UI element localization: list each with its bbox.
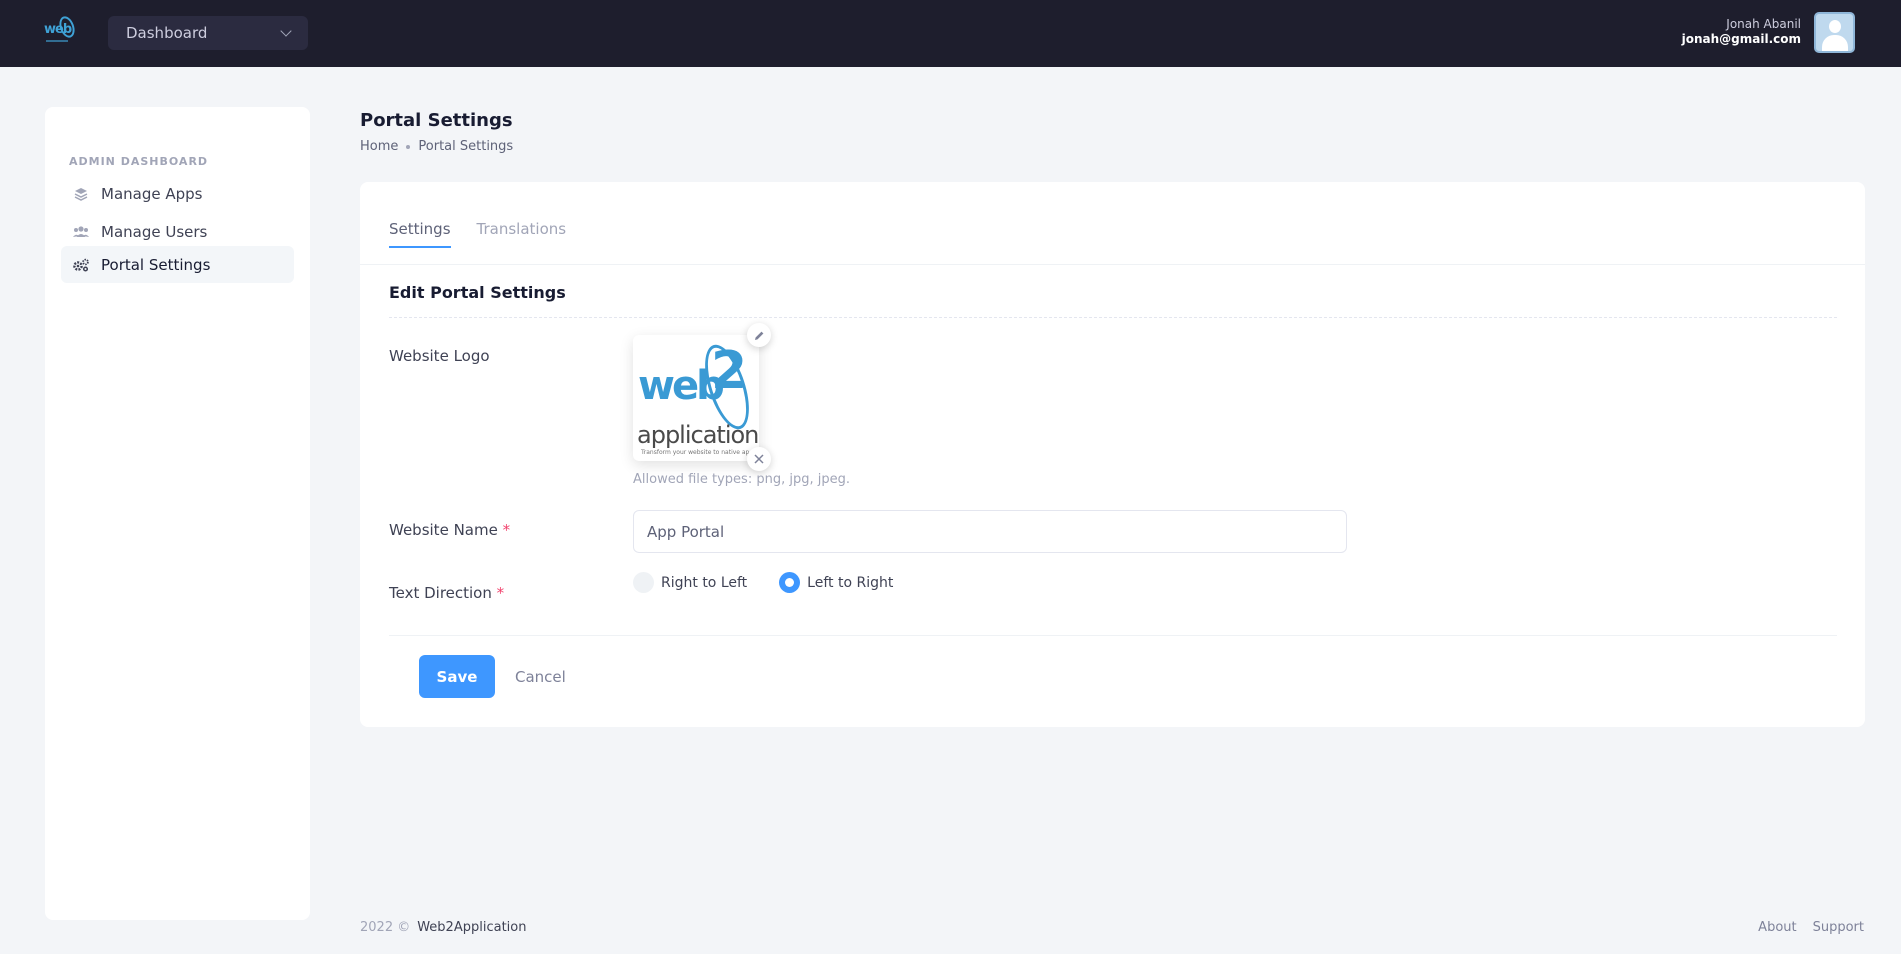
users-icon bbox=[73, 224, 89, 240]
sidebar-item-label: Manage Users bbox=[101, 222, 208, 241]
divider bbox=[389, 317, 1837, 318]
user-email: jonah@gmail.com bbox=[1681, 32, 1801, 46]
sidebar-item-manage-apps[interactable]: Manage Apps bbox=[61, 175, 294, 212]
pencil-icon bbox=[754, 331, 763, 340]
sidebar-item-manage-users[interactable]: Manage Users bbox=[61, 213, 294, 250]
divider bbox=[360, 264, 1865, 265]
required-mark: * bbox=[502, 521, 511, 539]
sidebar-item-label: Manage Apps bbox=[101, 184, 203, 203]
website-logo-preview: web 2 application Transform your website… bbox=[633, 335, 759, 461]
radio-right-to-left[interactable]: Right to Left bbox=[633, 572, 747, 593]
web2application-logo[interactable]: web bbox=[40, 14, 80, 50]
sidebar-item-label: Portal Settings bbox=[101, 255, 211, 274]
remove-logo-button[interactable] bbox=[747, 447, 771, 471]
section-title: Edit Portal Settings bbox=[389, 283, 566, 302]
allowed-file-types-hint: Allowed file types: png, jpg, jpeg. bbox=[633, 472, 850, 487]
required-mark: * bbox=[496, 584, 505, 602]
footer-link-support[interactable]: Support bbox=[1813, 920, 1864, 935]
sidebar: ADMIN DASHBOARD Manage Apps Manage Users… bbox=[45, 107, 310, 920]
breadcrumb: Home Portal Settings bbox=[360, 139, 513, 154]
footer-year: 2022 © bbox=[360, 920, 411, 935]
dashboard-select[interactable]: Dashboard bbox=[108, 16, 308, 50]
radio-label: Right to Left bbox=[661, 574, 748, 591]
dashboard-select-label: Dashboard bbox=[126, 24, 208, 42]
top-bar: web Dashboard Jonah Abanil jonah@gmail.c… bbox=[0, 0, 1901, 67]
radio-left-to-right[interactable]: Left to Right bbox=[779, 572, 893, 593]
breadcrumb-separator bbox=[406, 144, 411, 149]
website-logo-label: Website Logo bbox=[389, 347, 490, 365]
footer-link-about[interactable]: About bbox=[1758, 920, 1796, 935]
website-name-input[interactable] bbox=[633, 510, 1347, 553]
avatar[interactable] bbox=[1814, 12, 1855, 53]
close-icon bbox=[754, 454, 764, 464]
settings-card: Settings Translations Edit Portal Settin… bbox=[360, 182, 1865, 727]
tab-settings[interactable]: Settings bbox=[389, 220, 451, 248]
edit-logo-button[interactable] bbox=[747, 323, 771, 347]
breadcrumb-current: Portal Settings bbox=[418, 139, 514, 154]
radio-label: Left to Right bbox=[807, 574, 894, 591]
tab-bar: Settings Translations bbox=[389, 220, 566, 248]
breadcrumb-home[interactable]: Home bbox=[360, 139, 398, 154]
user-name: Jonah Abanil bbox=[1726, 17, 1801, 31]
save-button[interactable]: Save bbox=[419, 655, 495, 698]
user-info[interactable]: Jonah Abanil jonah@gmail.com bbox=[1682, 16, 1801, 47]
page-title: Portal Settings bbox=[360, 110, 513, 131]
layers-icon bbox=[73, 186, 89, 202]
cancel-button[interactable]: Cancel bbox=[515, 655, 566, 698]
text-direction-radio-group: Right to Left Left to Right bbox=[633, 572, 925, 593]
footer-company-link[interactable]: Web2Application bbox=[417, 920, 526, 935]
website-name-label: Website Name * bbox=[389, 521, 511, 539]
footer-copyright: 2022 © Web2Application bbox=[360, 920, 526, 935]
divider bbox=[389, 635, 1837, 636]
footer-links: About Support bbox=[1758, 920, 1864, 935]
gears-icon bbox=[73, 257, 89, 273]
sidebar-item-portal-settings[interactable]: Portal Settings bbox=[61, 246, 294, 283]
user-icon bbox=[1829, 20, 1841, 33]
text-direction-label: Text Direction * bbox=[389, 584, 505, 602]
tab-translations[interactable]: Translations bbox=[477, 220, 567, 248]
radio-circle[interactable] bbox=[633, 572, 654, 593]
chevron-down-icon bbox=[280, 25, 292, 37]
sidebar-section-title: ADMIN DASHBOARD bbox=[69, 155, 209, 168]
radio-circle-selected[interactable] bbox=[779, 572, 801, 593]
